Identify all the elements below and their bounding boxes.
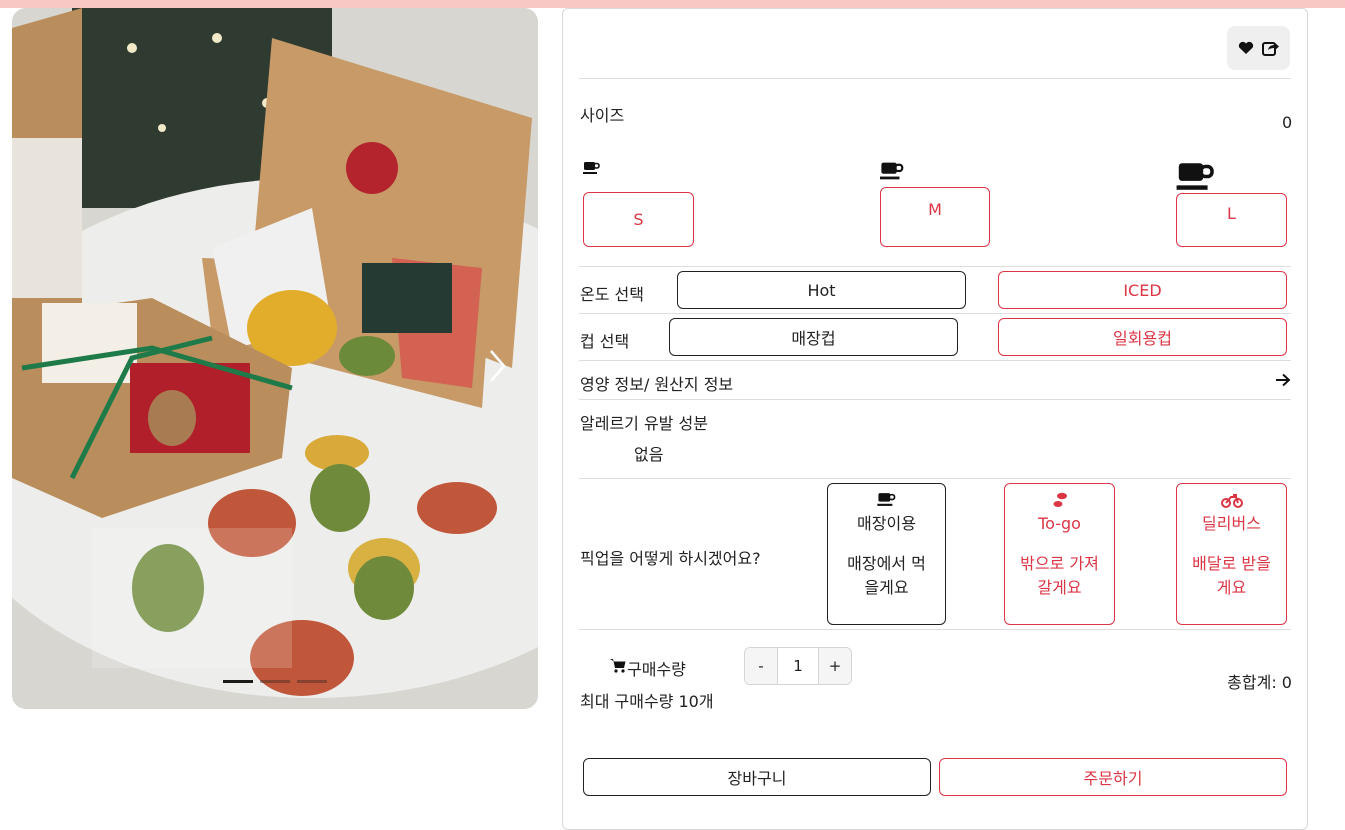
carousel-indicators [223, 678, 328, 684]
divider [579, 360, 1291, 361]
footprints-icon [1053, 492, 1067, 507]
temperature-label: 온도 선택 [580, 285, 644, 304]
temperature-option-hot[interactable]: Hot [677, 271, 966, 309]
top-accent-bar [0, 0, 1345, 8]
pickup-option-title: 딜리버스 [1202, 514, 1261, 533]
share-icon[interactable] [1261, 40, 1280, 56]
pickup-option-title: To-go [1038, 514, 1081, 533]
coffee-cup-icon [583, 162, 600, 174]
quantity-stepper: - 1 + [744, 647, 852, 685]
divider [579, 399, 1291, 400]
nutrition-info-link[interactable]: 영양 정보/ 원산지 정보 [580, 371, 733, 395]
coffee-cup-icon [880, 162, 904, 180]
pickup-option-dine-in[interactable]: 매장이용 매장에서 먹을게요 [827, 483, 946, 625]
divider [579, 78, 1291, 79]
allergy-label: 알레르기 유발 성분 [580, 414, 708, 433]
total-price: 총합계: 0 [1227, 673, 1292, 692]
size-label: 사이즈 [580, 106, 625, 125]
product-options-panel: 사이즈 0 S M L 온도 선택 Hot ICED 컵 선택 매장컵 일회용컵… [562, 8, 1308, 830]
chevron-right-icon [490, 350, 506, 382]
max-quantity-note: 최대 구매수량 10개 [580, 692, 714, 711]
cup-option-disposable[interactable]: 일회용컵 [998, 318, 1287, 356]
quantity-decrease-button[interactable]: - [745, 648, 777, 684]
divider [579, 629, 1291, 630]
add-to-cart-button[interactable]: 장바구니 [583, 758, 931, 796]
favorite-share-actions[interactable] [1227, 26, 1290, 70]
divider [579, 478, 1291, 479]
pickup-option-delivery[interactable]: 딜리버스 배달로 받을게요 [1176, 483, 1287, 625]
quantity-label: 구매수량 [627, 660, 686, 679]
product-photo [12, 8, 538, 709]
size-option-m[interactable]: M [880, 187, 990, 247]
heart-icon[interactable] [1238, 41, 1254, 55]
cup-option-store[interactable]: 매장컵 [669, 318, 958, 356]
cup-label: 컵 선택 [580, 332, 630, 351]
carousel-indicator-1[interactable] [223, 680, 253, 683]
divider [579, 313, 1291, 314]
pickup-option-to-go[interactable]: To-go 밖으로 가져갈게요 [1004, 483, 1115, 625]
pickup-option-title: 매장이용 [857, 514, 916, 533]
order-button[interactable]: 주문하기 [939, 758, 1287, 796]
temperature-option-iced[interactable]: ICED [998, 271, 1287, 309]
carousel-next-button[interactable] [486, 343, 510, 389]
pickup-question: 픽업을 어떻게 하시겠어요? [580, 549, 761, 568]
cart-icon [610, 659, 626, 673]
carousel-indicator-3[interactable] [297, 680, 327, 683]
carousel-indicator-2[interactable] [260, 680, 290, 683]
coffee-cup-icon [1176, 163, 1214, 190]
quantity-increase-button[interactable]: + [819, 648, 851, 684]
motorcycle-icon [1220, 494, 1243, 508]
pickup-option-desc: 매장에서 먹을게요 [847, 554, 926, 597]
size-price: 0 [1282, 113, 1293, 132]
size-option-l[interactable]: L [1176, 193, 1287, 247]
coffee-cup-icon [876, 493, 895, 506]
pickup-option-desc: 밖으로 가져갈게요 [1020, 554, 1099, 597]
allergy-value: 없음 [634, 445, 664, 464]
arrow-right-icon[interactable] [1275, 373, 1291, 387]
product-image-carousel[interactable] [12, 8, 538, 709]
pickup-option-desc: 배달로 받을게요 [1192, 554, 1271, 597]
size-option-s[interactable]: S [583, 192, 694, 247]
quantity-value[interactable]: 1 [777, 648, 819, 684]
divider [579, 266, 1291, 267]
